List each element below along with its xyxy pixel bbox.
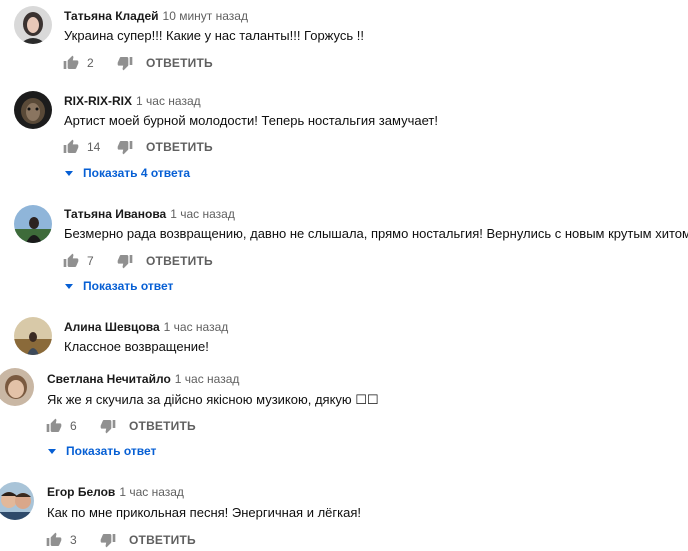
thumb-up-icon[interactable] <box>46 532 62 548</box>
caret-down-icon <box>65 283 73 289</box>
comment-text: Артист моей бурной молодости! Теперь нос… <box>64 113 438 128</box>
comment-header: Алина Шевцова 1 час назад <box>64 320 228 334</box>
thumb-down-icon[interactable] <box>117 139 133 155</box>
show-replies-button[interactable]: Показать ответ <box>48 444 156 458</box>
comment-header: Егор Белов 1 час назад <box>47 485 184 499</box>
avatar[interactable] <box>0 368 34 406</box>
author-name[interactable]: Егор Белов <box>47 485 115 499</box>
comment-header: Светлана Нечитайло 1 час назад <box>47 372 239 386</box>
thumb-down-icon[interactable] <box>100 532 116 548</box>
comment-text: Классное возвращение! <box>64 339 209 354</box>
reply-button[interactable]: ОТВЕТИТЬ <box>129 419 196 433</box>
like-count: 7 <box>87 254 94 268</box>
reply-button[interactable]: ОТВЕТИТЬ <box>129 533 196 547</box>
thumb-up-icon[interactable] <box>63 55 79 71</box>
show-replies-label: Показать ответ <box>66 444 157 458</box>
show-replies-label: Показать 4 ответа <box>83 166 191 180</box>
author-name[interactable]: Алина Шевцова <box>64 320 160 334</box>
timestamp[interactable]: 1 час назад <box>175 372 240 386</box>
thumb-up-icon[interactable] <box>46 418 62 434</box>
reply-button[interactable]: ОТВЕТИТЬ <box>146 140 213 154</box>
comment-text: Украина супер!!! Какие у нас таланты!!! … <box>64 28 364 43</box>
thumb-down-icon[interactable] <box>117 253 133 269</box>
reply-button[interactable]: ОТВЕТИТЬ <box>146 56 213 70</box>
avatar[interactable] <box>14 6 52 44</box>
comment-text: Як же я скучила за дійсно якісною музико… <box>47 392 379 407</box>
timestamp[interactable]: 1 час назад <box>136 94 201 108</box>
thumb-down-icon[interactable] <box>117 55 133 71</box>
comment-actions: 6 ОТВЕТИТЬ <box>46 416 196 436</box>
caret-down-icon <box>65 170 73 176</box>
comment-header: Татьяна Иванова 1 час назад <box>64 207 235 221</box>
avatar[interactable] <box>14 205 52 243</box>
thumb-up-icon[interactable] <box>63 253 79 269</box>
timestamp[interactable]: 1 час назад <box>170 207 235 221</box>
thumb-up-icon[interactable] <box>63 139 79 155</box>
comment-text: Как по мне прикольная песня! Энергичная … <box>47 505 361 520</box>
like-count: 3 <box>70 533 77 547</box>
caret-down-icon <box>48 448 56 454</box>
thumb-down-icon[interactable] <box>100 418 116 434</box>
comment-header: Татьяна Кладей 10 минут назад <box>64 9 248 23</box>
show-replies-button[interactable]: Показать ответ <box>65 279 173 293</box>
avatar[interactable] <box>0 482 34 520</box>
like-count: 14 <box>87 140 101 154</box>
reply-button[interactable]: ОТВЕТИТЬ <box>146 254 213 268</box>
show-replies-button[interactable]: Показать 4 ответа <box>65 166 190 180</box>
author-name[interactable]: Татьяна Кладей <box>64 9 159 23</box>
comment-text: Безмерно рада возвращению, давно не слыш… <box>64 226 688 241</box>
comment-actions: 14 ОТВЕТИТЬ <box>63 137 213 157</box>
timestamp[interactable]: 1 час назад <box>164 320 229 334</box>
author-name[interactable]: Татьяна Иванова <box>64 207 166 221</box>
comment-actions: 3 ОТВЕТИТЬ <box>46 530 196 550</box>
comment-actions: 2 ОТВЕТИТЬ <box>63 53 213 73</box>
comment-actions: 7 ОТВЕТИТЬ <box>63 251 213 271</box>
author-name[interactable]: RIX-RIX-RIX <box>64 94 132 108</box>
timestamp[interactable]: 1 час назад <box>119 485 184 499</box>
like-count: 6 <box>70 419 77 433</box>
avatar[interactable] <box>14 91 52 129</box>
show-replies-label: Показать ответ <box>83 279 174 293</box>
timestamp[interactable]: 10 минут назад <box>163 9 248 23</box>
comment-header: RIX-RIX-RIX 1 час назад <box>64 94 201 108</box>
like-count: 2 <box>87 56 94 70</box>
author-name[interactable]: Светлана Нечитайло <box>47 372 171 386</box>
avatar[interactable] <box>14 317 52 355</box>
